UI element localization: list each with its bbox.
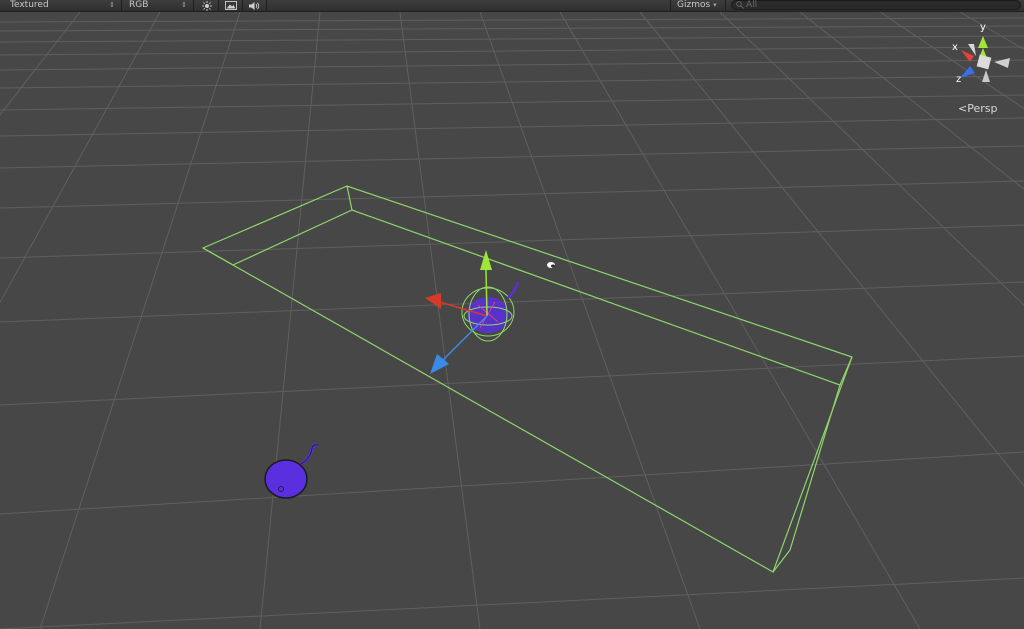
- render-mode-value: RGB: [129, 0, 149, 10]
- scene-search-field[interactable]: All: [731, 0, 1021, 10]
- orientation-z-label: z: [956, 74, 961, 85]
- render-mode-dropdown[interactable]: RGB ⇕: [122, 0, 194, 11]
- search-placeholder: All: [746, 0, 758, 10]
- shading-mode-value: Textured: [10, 0, 49, 10]
- gizmos-label: Gizmos: [677, 0, 711, 10]
- orientation-x-label: x: [952, 42, 958, 53]
- speaker-icon: [249, 1, 260, 10]
- y-axis-handle-line[interactable]: [485, 269, 488, 317]
- chevron-left-icon: <: [958, 102, 968, 115]
- gizmos-dropdown[interactable]: Gizmos ▾: [670, 0, 726, 11]
- scene-audio-toggle[interactable]: [244, 0, 267, 11]
- orientation-y-label: y: [980, 22, 986, 33]
- shading-mode-dropdown[interactable]: Textured ⇕: [0, 0, 122, 11]
- scene-toolbar: Textured ⇕ RGB ⇕ Gizmos ▾ All: [0, 0, 1024, 12]
- search-icon: [736, 1, 744, 9]
- updown-arrow-icon: ⇕: [181, 1, 187, 9]
- image-icon: [225, 1, 237, 10]
- sun-icon: [202, 0, 212, 11]
- scene-effects-toggle[interactable]: [220, 0, 243, 11]
- scene-view[interactable]: y x z <Persp Textured ⇕ RGB ⇕ Gizmos ▾ A…: [0, 0, 1024, 629]
- updown-arrow-icon: ⇕: [109, 1, 115, 9]
- scene-canvas[interactable]: y x z: [0, 0, 1024, 629]
- projection-toggle[interactable]: <Persp: [958, 102, 997, 115]
- projection-label: Persp: [967, 102, 998, 115]
- scene-lighting-toggle[interactable]: [196, 0, 219, 11]
- small-scene-object[interactable]: [547, 262, 555, 268]
- chevron-down-icon: ▾: [713, 1, 717, 9]
